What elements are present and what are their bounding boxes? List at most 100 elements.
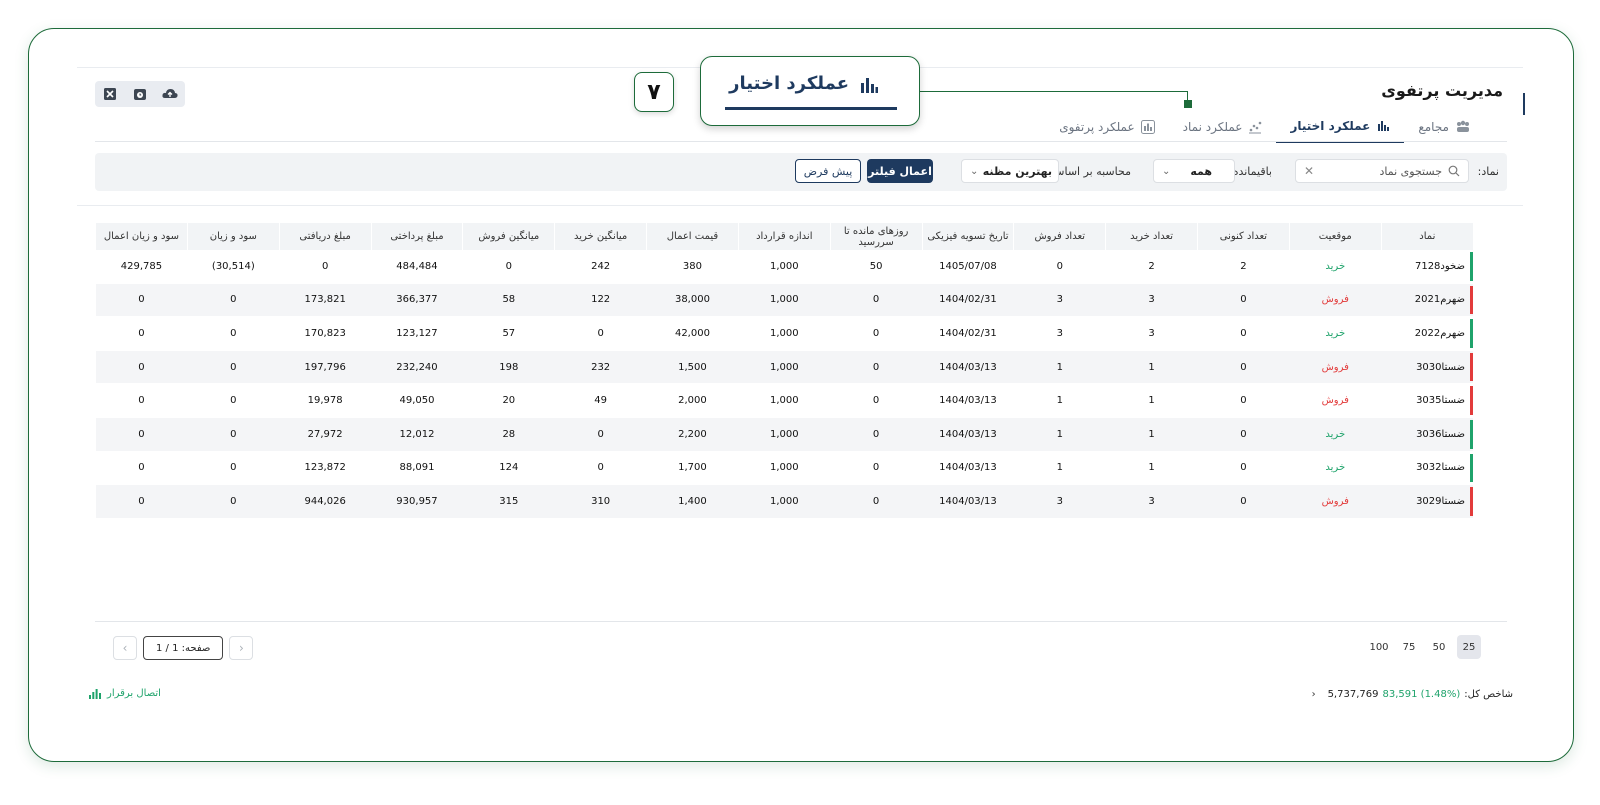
table-cell: 0 <box>187 350 280 385</box>
column-header[interactable]: مبلغ پرداختی <box>370 223 463 250</box>
column-header[interactable]: تعداد فروش <box>1013 223 1106 250</box>
table-cell: 2,000 <box>646 383 739 418</box>
next-page-button[interactable]: › <box>229 636 254 660</box>
page-size-option-active[interactable]: 25 <box>1457 635 1481 659</box>
table-cell: 0 <box>1197 383 1290 418</box>
tab-meetings[interactable]: مجامع <box>1404 119 1485 143</box>
column-header[interactable]: نماد <box>1380 223 1473 250</box>
table-cell: 0 <box>95 451 188 486</box>
page-size-option[interactable]: 50 <box>1427 635 1451 659</box>
column-header[interactable]: تعداد خرید <box>1105 223 1198 250</box>
table-cell: 3 <box>1105 484 1198 519</box>
column-header[interactable]: قیمت اعمال <box>646 223 739 250</box>
table-cell: خرید <box>1289 451 1382 486</box>
table-cell: 0 <box>554 316 647 351</box>
index-value: 5,737,769 <box>1327 689 1379 700</box>
table-cell: 380 <box>646 250 739 284</box>
table-header-row: نماد موقعیت تعداد کنونی تعداد خرید تعداد فرو… <box>95 223 1473 250</box>
bar-chart-icon <box>1140 120 1155 134</box>
bar-chart-icon <box>1378 121 1390 131</box>
tab-option-performance[interactable]: عملکرد اختیار <box>1276 119 1405 143</box>
table-row[interactable]: ضستا3029 فروش 0 3 3 1404/03/13 0 1,000 1,400 310 3… <box>95 484 1473 519</box>
table-cell: 366,377 <box>371 283 463 318</box>
table-row[interactable]: ضستا3030 فروش 0 1 1 1404/03/13 0 1,000 1,500 232 1… <box>95 350 1473 385</box>
calc-basis-select[interactable]: بهترین مظنه ⌄ <box>961 159 1059 183</box>
scatter-chart-icon <box>1249 121 1262 134</box>
chevron-left-icon[interactable]: ‹ <box>1312 689 1316 700</box>
app-frame: مدیریت پرتفوی عملکرد پرتفوی عملکرد نماد … <box>28 28 1574 762</box>
symbol-search-input[interactable]: جستجوی نماد ✕ <box>1295 159 1469 183</box>
remaining-select[interactable]: همه ⌄ <box>1153 159 1235 183</box>
callout-connector <box>920 91 1188 103</box>
column-header[interactable]: موقعیت <box>1288 223 1382 250</box>
prev-page-button[interactable]: ‹ <box>113 636 137 660</box>
position-indicator <box>1470 419 1473 449</box>
table-row[interactable]: ضستا3035 فروش 0 1 1 1404/03/13 0 1,000 2,000 49 20… <box>95 383 1473 418</box>
table-cell: 42,000 <box>646 316 739 351</box>
bar-chart-icon <box>861 78 878 93</box>
column-header[interactable]: سود و زیان اعمال <box>95 223 188 250</box>
table-cell: 3 <box>1013 484 1106 519</box>
table-cell: 0 <box>1197 451 1290 486</box>
table-cell: 232 <box>554 350 647 385</box>
table-cell: 0 <box>830 451 923 486</box>
table-row[interactable]: ضستا3036 خرید 0 1 1 1404/03/13 0 1,000 2,200 0 28 1… <box>95 417 1473 452</box>
excel-export-icon[interactable] <box>95 81 125 107</box>
callout-box: عملکرد اختیار <box>700 56 920 126</box>
page-size-option[interactable]: 100 <box>1367 635 1391 659</box>
column-header[interactable]: میانگین فروش <box>462 223 555 250</box>
clear-icon[interactable]: ✕ <box>1304 164 1314 178</box>
default-filter-button[interactable]: پیش فرض <box>795 159 861 183</box>
table-cell: 1,700 <box>646 451 739 486</box>
table-cell: خرید <box>1289 417 1382 452</box>
table-cell: 0 <box>830 283 923 318</box>
meeting-icon <box>1457 120 1469 132</box>
column-header[interactable]: سود و زیان <box>186 223 280 250</box>
table-cell: 0 <box>830 484 923 519</box>
table-cell: 484,484 <box>371 250 463 284</box>
table-cell: 1 <box>1105 383 1198 418</box>
remaining-filter-label: باقیمانده: <box>1228 165 1272 178</box>
table-cell: 0 <box>187 417 280 452</box>
tab-symbol-performance[interactable]: عملکرد نماد <box>1169 119 1277 143</box>
table-cell: 0 <box>187 484 280 519</box>
history-icon[interactable] <box>125 81 155 107</box>
table-cell: 1,000 <box>738 383 831 418</box>
table-cell: 1404/02/31 <box>922 283 1014 318</box>
page-size-option[interactable]: 75 <box>1397 635 1421 659</box>
table-cell: 0 <box>187 316 280 351</box>
table-cell: 0 <box>554 417 647 452</box>
table-cell: 58 <box>462 283 555 318</box>
table-cell: 1,500 <box>646 350 739 385</box>
table-cell: خرید <box>1289 250 1382 284</box>
cloud-upload-icon[interactable] <box>155 81 185 107</box>
table-cell: 123,127 <box>371 316 463 351</box>
column-header[interactable]: روزهای مانده تا سررسید <box>829 223 923 250</box>
tab-portfolio-performance[interactable]: عملکرد پرتفوی <box>1045 119 1168 143</box>
table-row[interactable]: ضهرم2021 فروش 0 3 3 1404/02/31 0 1,000 38,000 122… <box>95 283 1473 318</box>
table-cell: ضستا3032 <box>1381 451 1473 486</box>
table-row[interactable]: ضهرم2022 خرید 0 3 3 1404/02/31 0 1,000 42,000 0 57… <box>95 316 1473 351</box>
tab-label: عملکرد اختیار <box>1290 119 1371 133</box>
column-header[interactable]: تاریخ تسویه فیزیکی <box>921 223 1014 250</box>
remaining-value: همه <box>1190 164 1212 178</box>
table-cell: 1,000 <box>738 451 831 486</box>
column-header[interactable]: اندازه قرارداد <box>737 223 831 250</box>
column-header[interactable]: تعداد کنونی <box>1197 223 1290 250</box>
table-cell: 1 <box>1013 350 1106 385</box>
position-indicator <box>1470 319 1473 348</box>
table-cell: (30,514) <box>187 250 280 284</box>
table-cell: 0 <box>1013 250 1106 284</box>
table-row[interactable]: ضخود7128 خرید 2 2 0 1405/07/08 50 1,000 380 242 0 4… <box>95 250 1473 284</box>
table-cell: 0 <box>1197 283 1290 318</box>
table-cell: 3 <box>1013 283 1106 318</box>
table-cell: خرید <box>1289 316 1382 351</box>
table-cell: 0 <box>830 417 923 452</box>
table-cell: 3 <box>1105 316 1198 351</box>
column-header[interactable]: میانگین خرید <box>554 223 647 250</box>
column-header[interactable]: مبلغ دریافتی <box>278 223 372 250</box>
table-row[interactable]: ضستا3032 خرید 0 1 1 1404/03/13 0 1,000 1,700 0 124… <box>95 451 1473 486</box>
table-cell: 0 <box>187 383 280 418</box>
apply-filter-button[interactable]: اعمال فیلتر <box>867 159 933 183</box>
callout-label: عملکرد اختیار <box>729 73 849 94</box>
